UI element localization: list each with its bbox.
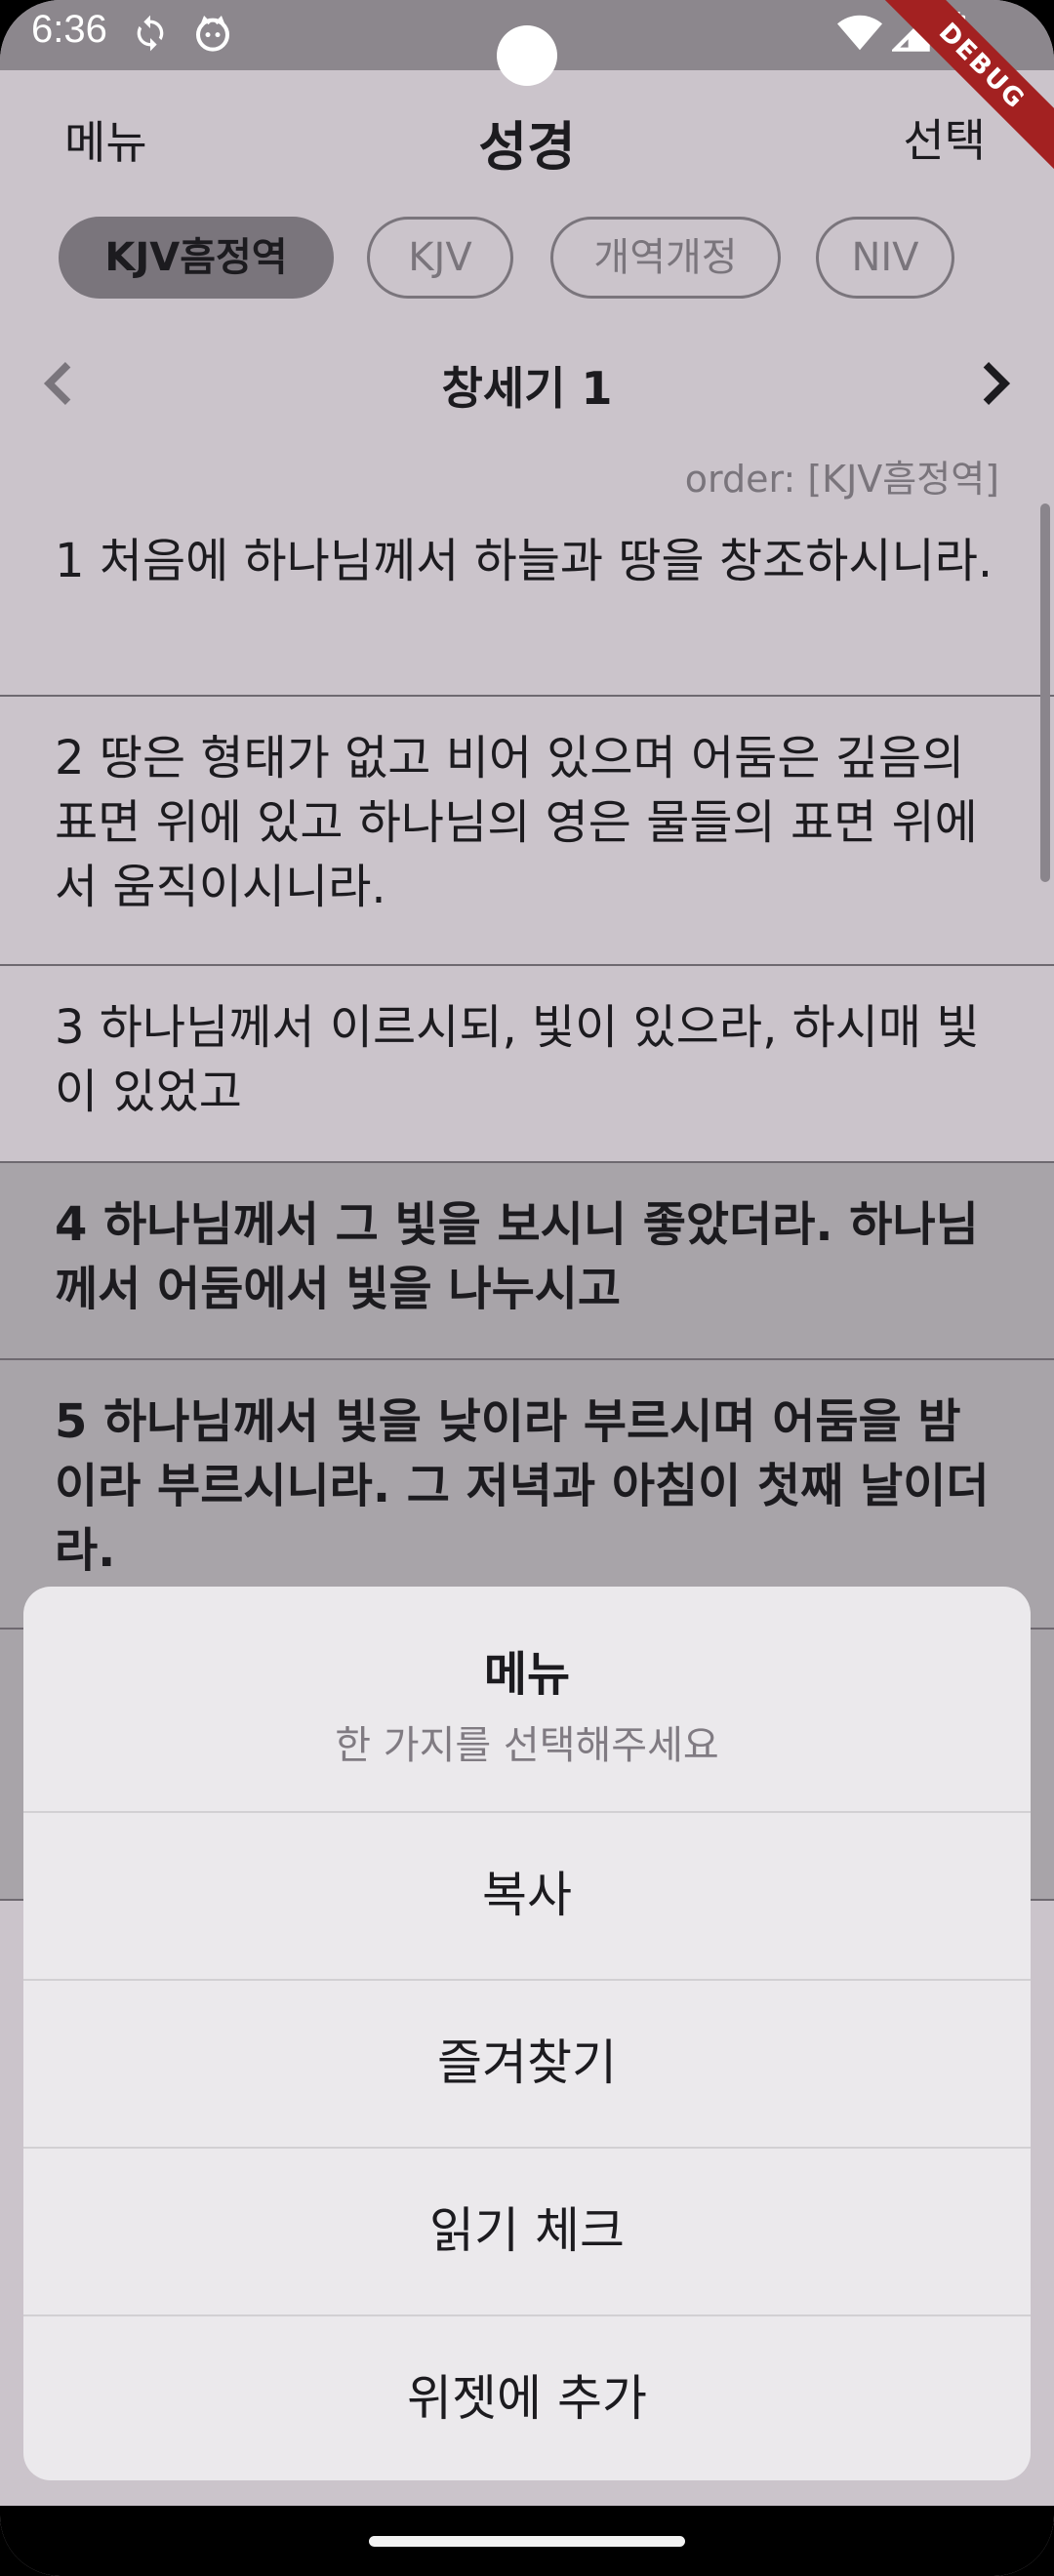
select-button[interactable]: 선택 xyxy=(903,105,986,170)
sheet-subtitle: 한 가지를 선택해주세요 xyxy=(335,1723,719,1768)
face-icon xyxy=(196,16,229,52)
screen: 6:36 DEBUG 메뉴 성경 선택 KJV흠정역 KJV 개역개정 NIV xyxy=(0,0,1054,2576)
menu-bottom-sheet: 메뉴 한 가지를 선택해주세요 복사 즐겨찾기 읽기 체크 위젯에 추가 xyxy=(23,1587,1031,2480)
home-indicator[interactable] xyxy=(369,2536,685,2547)
translation-chip-kjv[interactable]: KJV xyxy=(367,217,513,299)
chapter-title: 창세기 1 xyxy=(441,362,613,415)
page-title: 성경 xyxy=(478,116,576,178)
copy-button[interactable]: 복사 xyxy=(23,1811,1031,1977)
wifi-icon xyxy=(837,15,882,51)
translation-chip-kjv-heumjeong[interactable]: KJV흠정역 xyxy=(59,217,334,299)
status-bar: 6:36 DEBUG xyxy=(0,0,1054,172)
verse-row-selected[interactable]: 4 하나님께서 그 빛을 보시니 좋았더라. 하나님께서 어둠에서 빛을 나누시… xyxy=(0,1163,1054,1360)
add-to-widget-button[interactable]: 위젯에 추가 xyxy=(23,2314,1031,2480)
sheet-title: 메뉴 xyxy=(483,1647,571,1702)
reading-check-button[interactable]: 읽기 체크 xyxy=(23,2147,1031,2313)
order-label: order: [KJV흠정역] xyxy=(684,458,999,501)
status-time: 6:36 xyxy=(31,8,107,51)
sync-icon xyxy=(137,15,164,52)
favorite-button[interactable]: 즐겨찾기 xyxy=(23,1979,1031,2145)
verse-row[interactable]: 1 처음에 하나님께서 하늘과 땅을 창조하시니라. xyxy=(0,500,1054,697)
chevron-right-icon[interactable] xyxy=(976,359,1015,408)
translation-chip-gaeyeok[interactable]: 개역개정 xyxy=(550,217,781,299)
scrollbar[interactable] xyxy=(1040,503,1050,882)
verse-row[interactable]: 3 하나님께서 이르시되, 빛이 있으라, 하시매 빛이 있었고 xyxy=(0,966,1054,1163)
app-bar: 메뉴 성경 선택 xyxy=(0,70,1054,199)
verse-row[interactable]: 2 땅은 형태가 없고 비어 있으며 어둠은 깊음의 표면 위에 있고 하나님의… xyxy=(0,697,1054,966)
translation-chip-niv[interactable]: NIV xyxy=(816,217,954,299)
